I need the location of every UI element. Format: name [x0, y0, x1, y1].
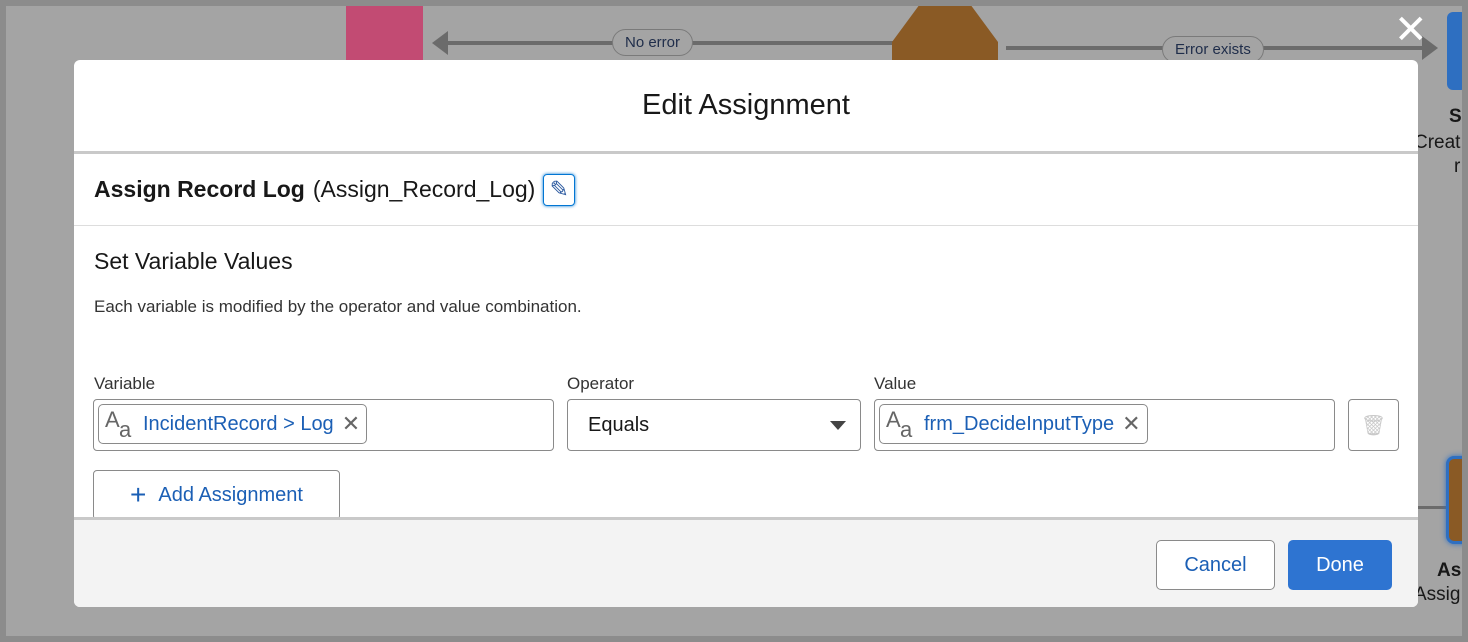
text-type-icon: Aa	[105, 407, 132, 442]
arrow-left-icon	[432, 31, 448, 55]
value-label: Value	[874, 374, 917, 393]
node-subtitle: Creat	[1414, 132, 1461, 153]
remove-icon[interactable]: ✕	[1122, 411, 1140, 437]
delete-row-button[interactable]: 🗑	[1348, 399, 1399, 451]
modal-footer: Cancel Done	[74, 517, 1418, 607]
operator-value: Equals	[588, 413, 650, 436]
cancel-button[interactable]: Cancel	[1156, 540, 1275, 590]
element-api-name: (Assign_Record_Log)	[312, 176, 536, 202]
connector-label-error-exists[interactable]: Error exists	[1162, 36, 1264, 63]
right-node-top[interactable]	[1447, 12, 1462, 90]
operator-select[interactable]: Equals	[567, 399, 861, 451]
edit-label-button[interactable]: ✎	[543, 173, 576, 206]
connector-line	[1418, 506, 1448, 509]
chevron-down-icon	[830, 420, 846, 430]
element-label: Assign Record Log	[94, 176, 305, 202]
connector-label-no-error[interactable]: No error	[612, 29, 694, 56]
node-subtitle: Assig	[1414, 584, 1461, 605]
variable-label: Variable	[94, 374, 156, 393]
close-icon[interactable]: ✕	[1394, 10, 1428, 50]
value-value: frm_DecideInputType	[924, 412, 1115, 435]
done-button[interactable]: Done	[1288, 540, 1392, 590]
add-assignment-label: Add Assignment	[158, 483, 303, 506]
value-input[interactable]: Aa frm_DecideInputType ✕	[874, 399, 1335, 451]
section-title: Set Variable Values	[94, 248, 293, 274]
add-assignment-button[interactable]: + Add Assignment	[93, 470, 340, 520]
variable-value: IncidentRecord > Log	[143, 412, 334, 435]
node-title: As	[1437, 560, 1462, 581]
plus-icon: +	[130, 479, 147, 510]
remove-icon[interactable]: ✕	[342, 411, 360, 437]
edit-assignment-modal: Edit Assignment Assign Record Log (Assig…	[74, 60, 1418, 607]
decision-node[interactable]	[892, 6, 998, 66]
node-title: S	[1449, 106, 1462, 127]
assignment-node[interactable]	[1446, 456, 1462, 544]
modal-title: Edit Assignment	[642, 89, 850, 121]
operator-label: Operator	[567, 374, 635, 393]
variable-input[interactable]: Aa IncidentRecord > Log ✕	[93, 399, 554, 451]
trash-icon: 🗑	[1360, 414, 1387, 437]
node-subtitle: r	[1454, 156, 1461, 177]
section-description: Each variable is modified by the operato…	[94, 297, 582, 316]
pencil-icon: ✎	[549, 176, 569, 202]
text-type-icon: Aa	[886, 407, 913, 442]
value-pill: Aa frm_DecideInputType ✕	[879, 404, 1148, 444]
variable-pill: Aa IncidentRecord > Log ✕	[98, 404, 368, 444]
create-record-node[interactable]	[346, 6, 423, 66]
